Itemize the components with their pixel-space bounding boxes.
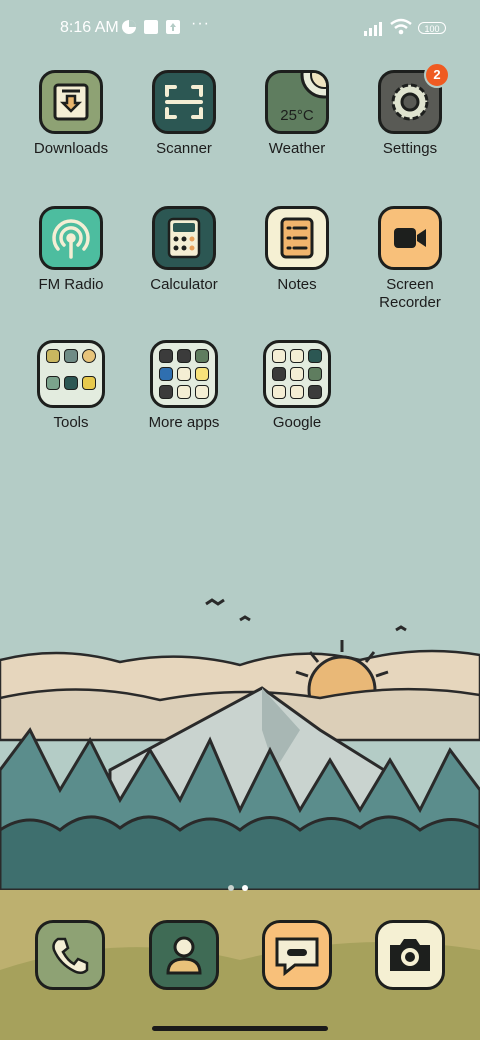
gesture-nav-bar[interactable] [152,1026,328,1031]
folder-label: Google [272,414,322,431]
weather-temperature: 25°C [280,107,314,124]
gmail-icon [290,349,304,363]
assistant-icon [195,385,209,399]
app-label: Downloads [33,140,109,157]
folder-grid [37,340,105,408]
weather-icon: 25°C [265,70,329,134]
video-camera-icon [378,206,442,270]
dock-phone[interactable] [35,920,105,990]
podcasts-icon [290,385,304,399]
snapchat-icon [195,367,209,381]
mini-app-icon [64,349,78,363]
folder-tools[interactable]: Tools [15,340,127,432]
battery-indicator: 100 [418,22,446,34]
app-weather[interactable]: 25°C Weather [241,70,353,158]
downloads-icon [39,70,103,134]
status-bar: 8:16 AM ··· 100 [0,0,480,56]
maps-icon [308,349,322,363]
app-label: Settings [382,140,438,157]
mini-app-icon [195,349,209,363]
folder-grid [263,340,331,408]
app-calculator[interactable]: Calculator [128,206,240,294]
app-label: Weather [268,140,326,157]
facebook-icon [177,349,191,363]
calculator-icon [152,206,216,270]
chrome-icon [272,349,286,363]
app-fm-radio[interactable]: FM Radio [15,206,127,294]
mini-app-icon [82,376,96,390]
linkedin-icon [159,367,173,381]
app-screen-recorder[interactable]: Screen Recorder [354,206,466,312]
notes-icon [265,206,329,270]
signal-icon [364,22,382,36]
scanner-icon [152,70,216,134]
app-notes[interactable]: Notes [241,206,353,294]
dock-messages[interactable] [262,920,332,990]
play-store-icon [177,385,191,399]
app-label: Screen Recorder [379,276,441,311]
notification-square-icon [144,20,158,34]
dock-contacts[interactable] [149,920,219,990]
more-notifications-icon: ··· [191,15,210,32]
dock-camera[interactable] [375,920,445,990]
mini-app-icon [64,376,78,390]
mini-app-icon [272,385,286,399]
mini-app-icon [177,367,191,381]
folder-google[interactable]: Google [241,340,353,432]
app-label: Scanner [156,140,212,157]
youtube-icon [272,367,286,381]
app-downloads[interactable]: Downloads [15,70,127,158]
messages-icon [262,920,332,990]
clock: 8:16 AM [60,19,119,36]
photos-icon [308,385,322,399]
page-dot-active [242,885,248,891]
app-scanner[interactable]: Scanner [128,70,240,158]
page-dot [228,885,234,891]
mini-app-icon [159,385,173,399]
mini-app-icon [308,367,322,381]
mini-app-icon [46,376,60,390]
meet-icon [290,367,304,381]
wifi-icon [390,18,412,35]
phone-icon [35,920,105,990]
app-settings[interactable]: 2 Settings [354,62,466,158]
folder-label: More apps [148,414,220,431]
app-label: FM Radio [38,276,104,293]
folder-label: Tools [53,414,89,431]
app-label: Notes [277,276,317,293]
upload-notification-icon [166,20,180,34]
folder-more-apps[interactable]: More apps [128,340,240,432]
app-label: Calculator [150,276,218,293]
compass-icon [82,349,96,363]
amazon-icon [159,349,173,363]
contacts-icon [149,920,219,990]
folder-grid [150,340,218,408]
data-saver-icon [122,20,136,34]
notification-badge: 2 [424,62,450,88]
camera-icon [375,920,445,990]
page-indicator[interactable] [228,878,256,896]
mini-app-icon [46,349,60,363]
fm-radio-icon [39,206,103,270]
